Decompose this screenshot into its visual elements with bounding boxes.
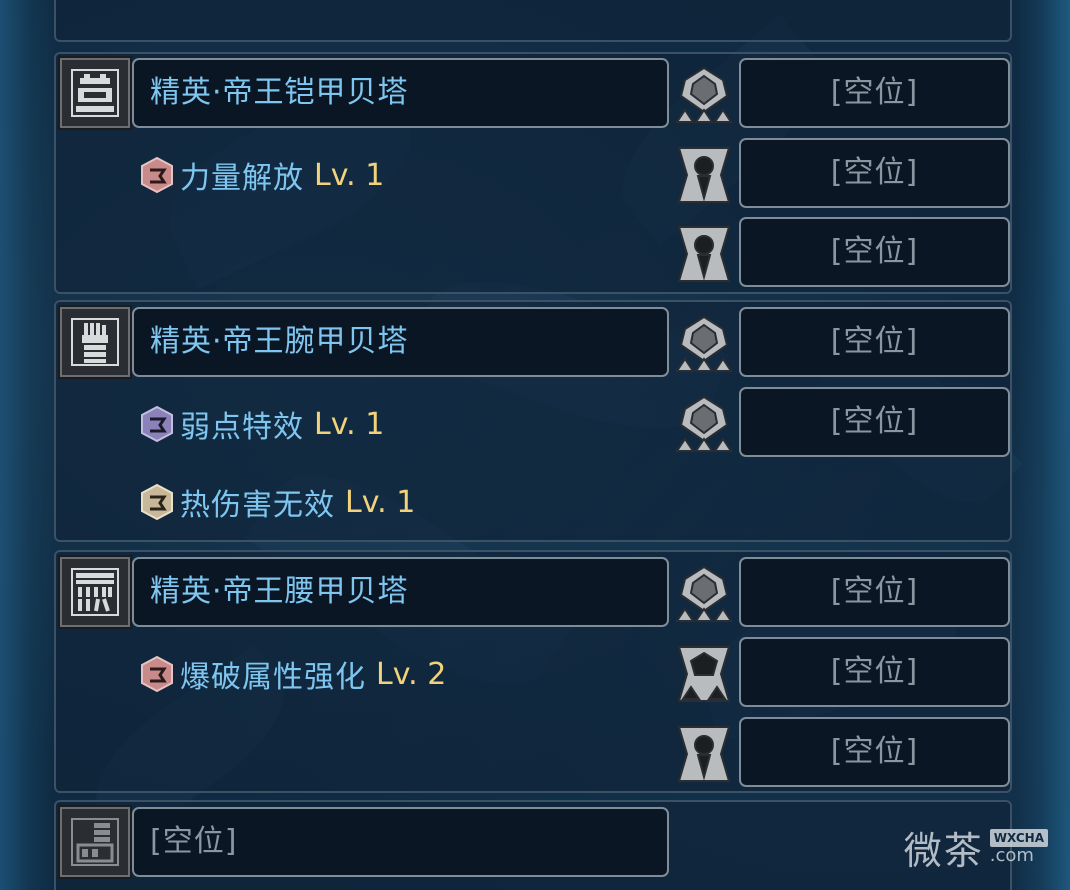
previous-equipment-panel [54, 0, 1012, 42]
skill-level: Lv. 1 [345, 484, 416, 520]
skill-entry: 力量解放 Lv. 1 [138, 153, 384, 197]
skill-level: Lv. 1 [314, 157, 385, 193]
waist-piece-icon [58, 555, 132, 629]
waist-name-field[interactable]: 精英·帝王腰甲贝塔 [132, 557, 669, 627]
decoration-slot-lv3-icon [670, 389, 738, 459]
decoration-slot-field[interactable]: [空位] [739, 637, 1010, 707]
decoration-slot-lv1-icon [670, 219, 738, 289]
decoration-slot-field[interactable]: [空位] [739, 138, 1010, 208]
skill-name: 力量解放 [180, 161, 304, 196]
decoration-slot-field[interactable]: [空位] [739, 557, 1010, 627]
skill-entry: 爆破属性强化 Lv. 2 [138, 652, 446, 696]
watermark-logo: 微茶 WXCHA .com [903, 822, 1048, 873]
decoration-slot-lv3-icon [670, 309, 738, 379]
skill-name: 爆破属性强化 [180, 660, 366, 695]
arms-name-field[interactable]: 精英·帝王腕甲贝塔 [132, 307, 669, 377]
decoration-slot-field[interactable]: [空位] [739, 217, 1010, 287]
decoration-slot-lv1-icon [670, 140, 738, 210]
decoration-slot-field[interactable]: [空位] [739, 307, 1010, 377]
skill-gem-icon [141, 156, 173, 194]
legs-name-field[interactable]: [空位] [132, 807, 669, 877]
decoration-slot-field[interactable]: [空位] [739, 717, 1010, 787]
decoration-slot-lv3-icon [670, 60, 738, 130]
legs-piece-icon [58, 805, 132, 879]
skill-gem-icon [141, 405, 173, 443]
skill-level: Lv. 2 [376, 656, 447, 692]
skill-entry: 热伤害无效 Lv. 1 [138, 480, 415, 524]
skill-gem-icon [141, 483, 173, 521]
watermark-domain: .com [989, 845, 1034, 866]
decoration-slot-field[interactable]: [空位] [739, 58, 1010, 128]
helm-piece-icon [58, 56, 132, 130]
decoration-slot-lv1-icon [670, 719, 738, 789]
decoration-slot-field[interactable]: [空位] [739, 387, 1010, 457]
arms-piece-icon [58, 305, 132, 379]
helm-name-field[interactable]: 精英·帝王铠甲贝塔 [132, 58, 669, 128]
decoration-slot-lv2-icon [670, 639, 738, 709]
skill-level: Lv. 1 [314, 406, 385, 442]
skill-name: 热伤害无效 [180, 488, 335, 523]
watermark-text: 微茶 [903, 828, 984, 873]
skill-name: 弱点特效 [180, 410, 304, 445]
decoration-slot-lv3-icon [670, 559, 738, 629]
skill-gem-icon [141, 655, 173, 693]
skill-entry: 弱点特效 Lv. 1 [138, 402, 384, 446]
